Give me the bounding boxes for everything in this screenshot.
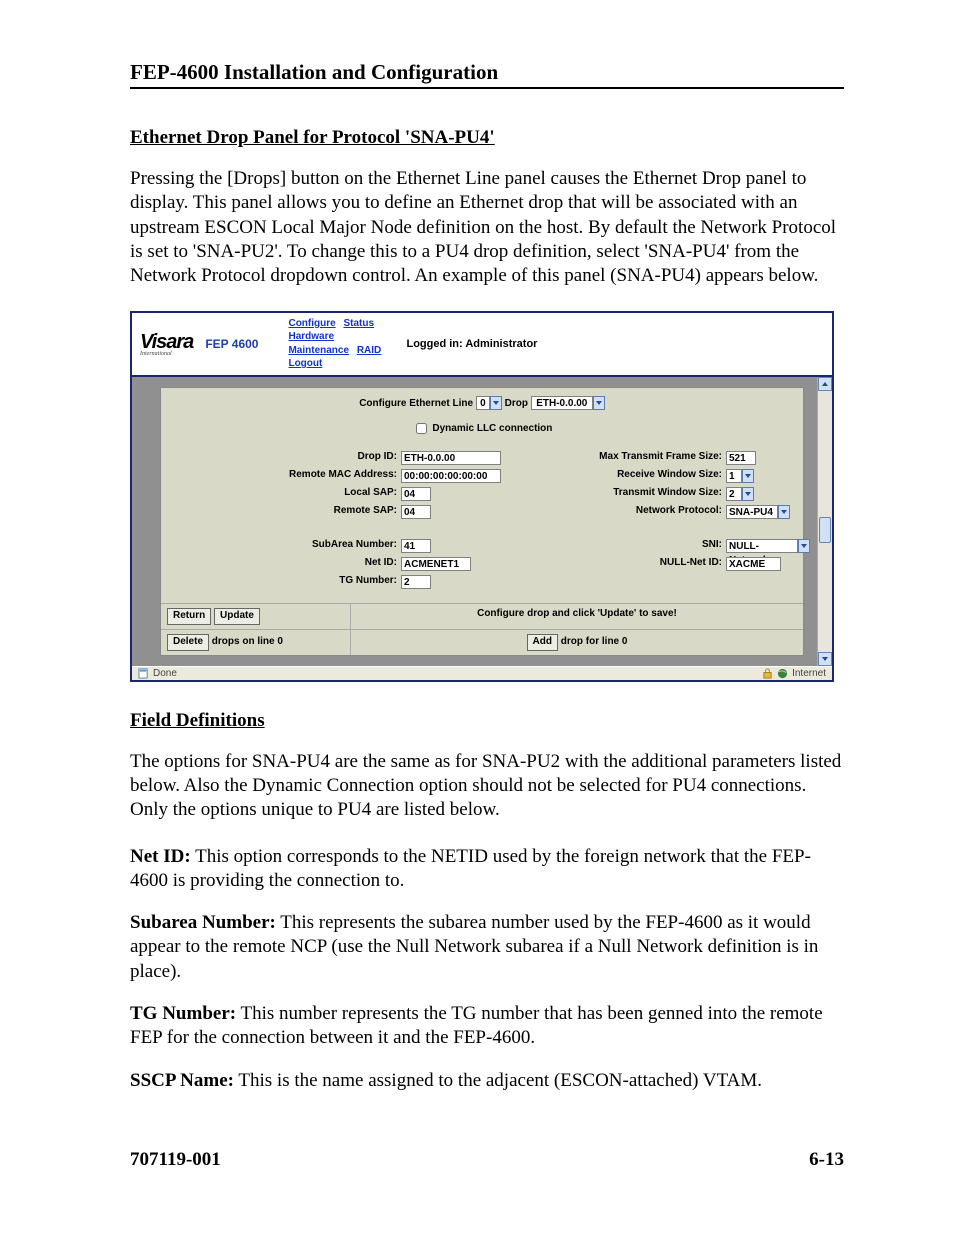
def-netid: Net ID: This option corresponds to the N… [130,845,844,894]
remote-mac-label: Remote MAC Address: [171,469,401,483]
status-done: Done [153,668,177,679]
drop-select[interactable]: ETH-0.0.00 [531,396,605,410]
app-header: Visara International FEP 4600 Configure … [132,313,832,377]
local-sap-label: Local SAP: [171,487,401,501]
chevron-down-icon [742,469,754,483]
chevron-down-icon [742,487,754,501]
tg-number-input[interactable]: 2 [401,575,431,589]
def-sscp-term: SSCP Name: [130,1070,234,1091]
scroll-down-icon[interactable] [818,652,832,666]
def-subarea-term: Subarea Number: [130,912,276,933]
drop-id-input[interactable]: ETH-0.0.00 [401,451,501,465]
tg-number-label: TG Number: [171,575,401,589]
local-sap-input[interactable]: 04 [401,487,431,501]
rx-window-select[interactable]: 1 [726,469,754,483]
status-zone: Internet [792,668,826,679]
def-netid-body: This option corresponds to the NETID use… [130,846,811,891]
nav-logout[interactable]: Logout [288,358,322,369]
browser-status-bar: Done Internet [132,666,832,680]
footer-pagenum: 6-13 [809,1149,844,1171]
def-tg-term: TG Number: [130,1003,236,1024]
dynamic-llc-checkbox[interactable] [416,423,427,434]
sni-label: SNI: [526,539,726,553]
update-button[interactable]: Update [214,608,260,625]
nullnet-label: NULL-Net ID: [526,557,726,571]
chevron-down-icon [778,505,790,519]
dynamic-llc-label: Dynamic LLC connection [432,423,552,434]
subarea-input[interactable]: 41 [401,539,431,553]
nav-raid[interactable]: RAID [357,345,381,356]
nav-status[interactable]: Status [343,318,374,329]
document-title: FEP-4600 Installation and Configuration [130,60,844,89]
remote-sap-label: Remote SAP: [171,505,401,519]
lock-icon [762,668,773,679]
net-protocol-label: Network Protocol: [526,505,726,519]
tx-window-label: Transmit Window Size: [526,487,726,501]
scroll-thumb[interactable] [819,517,831,543]
chevron-down-icon [798,539,810,553]
add-suffix: drop for line 0 [558,636,627,647]
page-icon [138,668,149,679]
max-tx-label: Max Transmit Frame Size: [526,451,726,465]
field-def-intro: The options for SNA-PU4 are the same as … [130,750,844,823]
netid-input[interactable]: ACMENET1 [401,557,471,571]
net-protocol-select[interactable]: SNA-PU4 [726,505,790,519]
add-button[interactable]: Add [527,634,558,651]
globe-icon [777,668,788,679]
def-netid-term: Net ID: [130,846,191,867]
delete-suffix: drops on line 0 [209,636,283,647]
product-model: FEP 4600 [205,337,258,351]
drop-label: Drop [505,398,528,409]
def-tg: TG Number: This number represents the TG… [130,1002,844,1051]
logo-text: Visara [140,331,193,353]
line-select[interactable]: 0 [476,396,502,410]
section-heading: Ethernet Drop Panel for Protocol 'SNA-PU… [130,127,844,149]
max-tx-input[interactable]: 521 [726,451,756,465]
intro-paragraph: Pressing the [Drops] button on the Ether… [130,167,844,289]
netid-label: Net ID: [171,557,401,571]
rx-window-label: Receive Window Size: [526,469,726,483]
return-button[interactable]: Return [167,608,211,625]
def-sscp: SSCP Name: This is the name assigned to … [130,1069,844,1093]
logged-in-label: Logged in: Administrator [406,338,537,350]
tx-window-select[interactable]: 2 [726,487,754,501]
nav-links: Configure Status Hardware Maintenance RA… [288,317,398,371]
def-subarea: Subarea Number: This represents the suba… [130,911,844,984]
subarea-label: SubArea Number: [171,539,401,553]
field-def-heading: Field Definitions [130,710,844,732]
remote-sap-input[interactable]: 04 [401,505,431,519]
screenshot-panel: Visara International FEP 4600 Configure … [130,311,834,682]
scrollbar[interactable] [817,377,832,666]
delete-button[interactable]: Delete [167,634,209,651]
footer-docnum: 707119-001 [130,1149,221,1171]
def-sscp-body: This is the name assigned to the adjacen… [234,1070,762,1091]
config-line-label: Configure Ethernet Line [359,398,473,409]
drop-id-label: Drop ID: [171,451,401,465]
nullnet-input[interactable]: XACME [726,557,781,571]
chevron-down-icon [490,396,502,410]
nav-maintenance[interactable]: Maintenance [288,345,349,356]
nav-configure[interactable]: Configure [288,318,335,329]
nav-hardware[interactable]: Hardware [288,331,334,342]
remote-mac-input[interactable]: 00:00:00:00:00:00 [401,469,501,483]
update-hint: Configure drop and click 'Update' to sav… [351,604,803,629]
chevron-down-icon [593,396,605,410]
sni-select[interactable]: NULL-Network [726,539,810,553]
scroll-up-icon[interactable] [818,377,832,391]
